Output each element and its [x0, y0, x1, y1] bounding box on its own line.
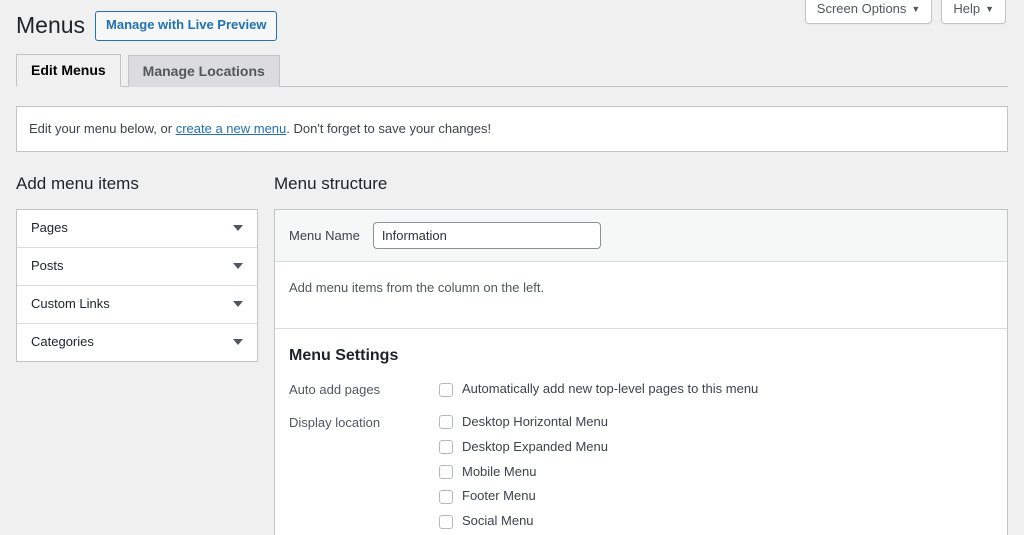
info-notice: Edit your menu below, or create a new me…: [16, 106, 1008, 152]
accordion-toggle-pages[interactable]: Pages: [17, 210, 257, 247]
menu-edit-wrap: Add menu items Pages Posts Custom Links: [16, 152, 1008, 535]
accordion-label: Custom Links: [31, 296, 110, 312]
menu-name-label: Menu Name: [289, 227, 360, 243]
add-menu-items-heading: Add menu items: [16, 173, 139, 193]
accordion-label: Posts: [31, 258, 64, 274]
checkbox-line-footer: Footer Menu: [439, 486, 993, 507]
notice-text: Edit your menu below, or create a new me…: [29, 119, 995, 139]
add-menu-items-accordion: Pages Posts Custom Links Categories: [16, 209, 258, 363]
chevron-down-icon: [233, 225, 243, 232]
display-location-fields: Desktop Horizontal Menu Desktop Expanded…: [439, 412, 993, 532]
checkbox-label-mobile-menu[interactable]: Mobile Menu: [462, 462, 536, 483]
screen-meta-links: Screen Options ▼ Help ▼: [804, 0, 1006, 24]
accordion-toggle-posts[interactable]: Posts: [17, 248, 257, 285]
help-button[interactable]: Help ▼: [941, 0, 1006, 24]
checkbox-desktop-horizontal-menu[interactable]: [439, 415, 453, 430]
accordion-label: Categories: [31, 334, 94, 350]
notice-text-after: . Don't forget to save your changes!: [286, 121, 492, 136]
checkbox-line-desktop-expanded: Desktop Expanded Menu: [439, 437, 993, 458]
accordion-item-custom-links: Custom Links: [17, 286, 257, 325]
auto-add-pages-fields: Automatically add new top-level pages to…: [439, 379, 993, 400]
checkbox-label-social-menu[interactable]: Social Menu: [462, 511, 534, 532]
menu-structure-panel: Menu Name Add menu items from the column…: [274, 209, 1008, 535]
menu-structure-column: Menu structure Menu Name Add menu items …: [274, 172, 1008, 535]
menu-structure-heading: Menu structure: [274, 173, 388, 193]
accordion-item-posts: Posts: [17, 248, 257, 287]
chevron-down-icon: [233, 339, 243, 346]
checkbox-line-mobile: Mobile Menu: [439, 462, 993, 483]
checkbox-line-desktop-horizontal: Desktop Horizontal Menu: [439, 412, 993, 433]
menu-name-input[interactable]: [372, 222, 601, 250]
checkbox-auto-add-pages[interactable]: [439, 382, 453, 397]
chevron-down-icon: [233, 301, 243, 308]
display-location-label: Display location: [289, 414, 381, 430]
chevron-down-icon: ▼: [985, 4, 994, 14]
notice-text-before: Edit your menu below, or: [29, 121, 176, 136]
manage-with-live-preview-button[interactable]: Manage with Live Preview: [95, 11, 278, 41]
display-location-row: Display location Desktop Horizontal Menu…: [289, 412, 993, 532]
accordion-toggle-custom-links[interactable]: Custom Links: [17, 286, 257, 323]
checkbox-mobile-menu[interactable]: [439, 464, 453, 479]
accordion-toggle-categories[interactable]: Categories: [17, 324, 257, 361]
tab-edit-menus[interactable]: Edit Menus: [16, 53, 121, 87]
help-label: Help: [953, 1, 981, 16]
auto-add-pages-label: Auto add pages: [289, 382, 381, 398]
tab-manage-locations[interactable]: Manage Locations: [127, 54, 280, 87]
accordion-item-categories: Categories: [17, 324, 257, 362]
screen-options-label: Screen Options: [816, 1, 907, 16]
menu-name-row: Menu Name: [275, 210, 1007, 263]
checkbox-label-auto-add-pages[interactable]: Automatically add new top-level pages to…: [462, 379, 758, 400]
menu-empty-message: Add menu items from the column on the le…: [275, 262, 1007, 329]
accordion-label: Pages: [31, 220, 68, 236]
checkbox-social-menu[interactable]: [439, 514, 453, 529]
menu-settings-section: Menu Settings Auto add pages Automatical…: [275, 329, 1007, 535]
auto-add-pages-row: Auto add pages Automatically add new top…: [289, 379, 993, 401]
page-title: Menus: [16, 12, 86, 39]
checkbox-footer-menu[interactable]: [439, 489, 453, 504]
chevron-down-icon: ▼: [911, 4, 921, 14]
checkbox-line-social: Social Menu: [439, 511, 993, 532]
accordion-item-pages: Pages: [17, 210, 257, 249]
screen-options-button[interactable]: Screen Options ▼: [804, 0, 933, 24]
checkbox-line-auto-add: Automatically add new top-level pages to…: [439, 379, 993, 400]
nav-tabs: Edit Menus Manage Locations: [16, 52, 1008, 87]
menu-settings-heading: Menu Settings: [289, 346, 399, 364]
checkbox-label-desktop-horizontal-menu[interactable]: Desktop Horizontal Menu: [462, 412, 608, 433]
add-menu-items-column: Add menu items Pages Posts Custom Links: [16, 172, 258, 363]
checkbox-desktop-expanded-menu[interactable]: [439, 440, 453, 455]
checkbox-label-desktop-expanded-menu[interactable]: Desktop Expanded Menu: [462, 437, 608, 458]
chevron-down-icon: [233, 263, 243, 270]
checkbox-label-footer-menu[interactable]: Footer Menu: [462, 486, 536, 507]
create-new-menu-link[interactable]: create a new menu: [176, 121, 287, 136]
